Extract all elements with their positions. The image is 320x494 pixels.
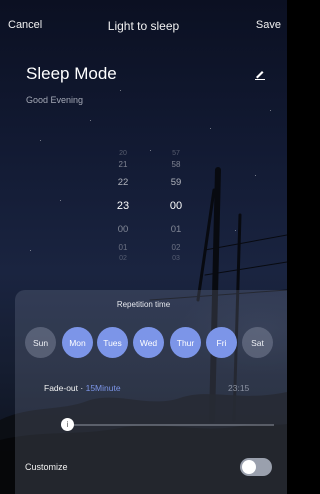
minute-picker[interactable]: 57 58 59 00 01 02 03	[161, 150, 191, 262]
repetition-title: Repetition time	[116, 300, 171, 309]
customize-label: Customize	[25, 462, 68, 472]
minute-option: 02	[171, 243, 181, 252]
hour-option: 00	[117, 224, 129, 235]
minute-selected: 00	[169, 200, 183, 212]
screen: Cancel Light to sleep Save Sleep Mode Go…	[0, 0, 287, 494]
mode-title: Sleep Mode	[26, 64, 117, 83]
hour-picker[interactable]: 20 21 22 23 00 01 02	[108, 150, 138, 262]
minute-option: 03	[172, 255, 180, 262]
minute-option: 58	[171, 160, 181, 169]
day-thur[interactable]: Thur	[170, 327, 201, 358]
save-button[interactable]: Save	[256, 19, 281, 31]
day-tues[interactable]: Tues	[97, 327, 128, 358]
hour-option: 21	[118, 160, 128, 169]
minute-option: 57	[172, 150, 180, 157]
page-title: Light to sleep	[107, 19, 180, 33]
day-wed[interactable]: Wed	[133, 327, 164, 358]
fade-out-value: 15Minute	[85, 383, 121, 393]
day-sat[interactable]: Sat	[242, 327, 273, 358]
customize-toggle[interactable]	[240, 458, 272, 476]
hour-option: 02	[119, 255, 127, 262]
toggle-knob	[242, 460, 256, 474]
info-icon: i	[66, 420, 69, 429]
fade-out-label: Fade-out	[44, 383, 79, 393]
day-fri[interactable]: Fri	[206, 327, 237, 358]
fade-slider-handle[interactable]: i	[61, 418, 74, 431]
fade-out-end-time: 23:15	[228, 383, 250, 393]
hour-option: 01	[118, 243, 128, 252]
minute-option: 59	[170, 177, 182, 188]
minute-option: 01	[170, 224, 182, 235]
hour-selected: 23	[116, 200, 130, 212]
hour-option: 22	[117, 177, 129, 188]
hour-option: 20	[119, 150, 127, 157]
greeting-text: Good Evening	[26, 95, 84, 105]
edit-pencil-icon[interactable]	[254, 68, 266, 80]
fade-out-row: Fade-out · 15Minute	[44, 383, 121, 393]
day-sun[interactable]: Sun	[25, 327, 56, 358]
day-mon[interactable]: Mon	[62, 327, 93, 358]
fade-slider-track[interactable]	[68, 424, 274, 426]
